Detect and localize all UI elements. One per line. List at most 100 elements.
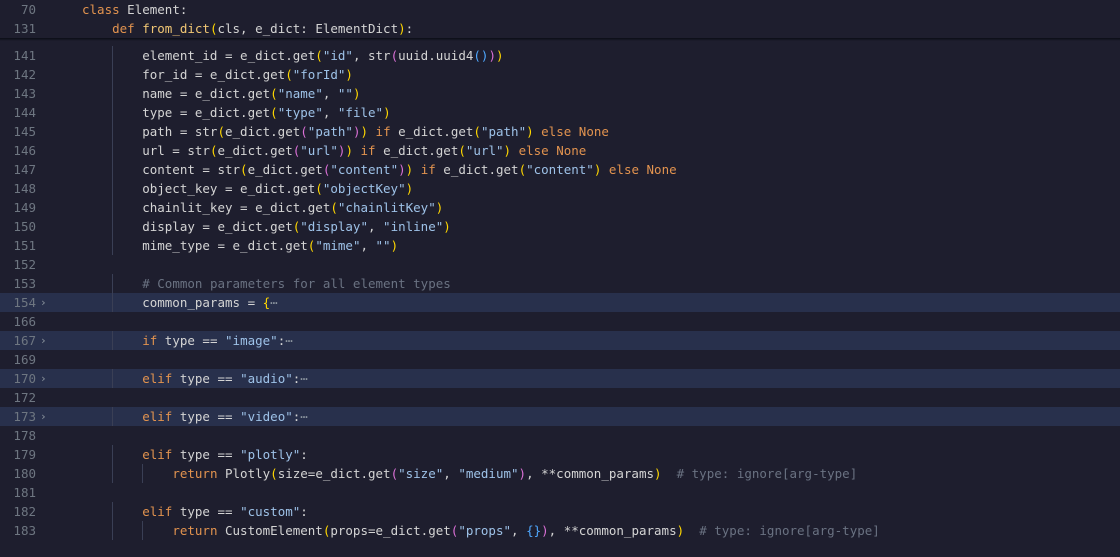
code-line[interactable]: 172 [0, 388, 1120, 407]
line-number: 178 [13, 428, 36, 443]
code-token: "size" [398, 466, 444, 481]
line-number: 148 [13, 181, 36, 196]
code-line[interactable]: 150 display = e_dict.get("display", "inl… [0, 217, 1120, 236]
line-number: 172 [13, 390, 36, 405]
code-line[interactable]: 145 path = str(e_dict.get("path")) if e_… [0, 122, 1120, 141]
code-token: path = str [82, 124, 218, 139]
code-token: ) [443, 219, 451, 234]
code-token: e_dict.get [217, 143, 293, 158]
sticky-scroll-line[interactable]: 131 def from_dict(cls, e_dict: ElementDi… [0, 19, 1120, 38]
line-number: 179 [13, 447, 36, 462]
code-line[interactable]: 144 type = e_dict.get("type", "file") [0, 103, 1120, 122]
code-token: e_dict.get [247, 162, 323, 177]
code-line[interactable]: 179 elif type == "plotly": [0, 445, 1120, 464]
chevron-right-icon[interactable]: › [40, 407, 52, 426]
chevron-right-icon[interactable]: › [40, 369, 52, 388]
code-token: "video" [240, 409, 293, 424]
code-token: None [556, 143, 587, 158]
line-number: 143 [13, 86, 36, 101]
code-token: return [172, 523, 218, 538]
code-token: "id" [322, 48, 353, 63]
code-token: , [367, 219, 384, 234]
code-line[interactable]: 147 content = str(e_dict.get("content"))… [0, 160, 1120, 179]
code-token: ) [360, 124, 369, 139]
code-token: ) [398, 21, 406, 36]
code-line[interactable]: 148 object_key = e_dict.get("objectKey") [0, 179, 1120, 198]
code-token: ) [352, 86, 361, 101]
code-token: , [360, 238, 376, 253]
code-token: if [420, 162, 436, 177]
code-token: Element: [119, 2, 188, 17]
code-line[interactable]: 178 [0, 426, 1120, 445]
line-number: 142 [13, 67, 36, 82]
ellipsis-icon[interactable]: ⋯ [270, 295, 278, 310]
code-line[interactable]: 167 › if type == "image":⋯ [0, 331, 1120, 350]
code-token: cls, e_dict: ElementDict [217, 21, 399, 36]
code-token: ( [315, 181, 323, 196]
code-token: elif [142, 504, 173, 519]
code-token: common_params = [82, 295, 263, 310]
code-line[interactable]: 152 [0, 255, 1120, 274]
code-line[interactable]: 183 return CustomElement(props=e_dict.ge… [0, 521, 1120, 540]
code-token: ) [488, 48, 496, 63]
code-token: ) [345, 143, 353, 158]
code-token: type == [172, 371, 241, 386]
ellipsis-icon[interactable]: ⋯ [300, 371, 308, 386]
code-text: element_id = e_dict.get("id", str(uuid.u… [82, 46, 503, 65]
code-editor[interactable]: 70 class Element: 131 def from_dict(cls, e… [0, 0, 1120, 557]
code-token: "url" [465, 143, 504, 158]
code-line[interactable]: 146 url = str(e_dict.get("url")) if e_di… [0, 141, 1120, 160]
code-text: for_id = e_dict.get("forId") [82, 65, 353, 84]
code-token: return [172, 466, 218, 481]
code-line[interactable]: 141 element_id = e_dict.get("id", str(uu… [0, 46, 1120, 65]
line-number: 141 [13, 48, 36, 63]
code-token: , [443, 466, 459, 481]
code-token: : [405, 21, 414, 36]
line-number: 170 [13, 371, 36, 386]
code-token: e_dict.get [375, 143, 459, 158]
code-token: ) [526, 124, 534, 139]
chevron-right-icon[interactable]: › [40, 331, 52, 350]
code-token: type == [172, 504, 241, 519]
chevron-right-icon[interactable]: › [40, 293, 52, 312]
code-token: ) [398, 162, 406, 177]
code-line[interactable]: 180 return Plotly(size=e_dict.get("size"… [0, 464, 1120, 483]
code-line[interactable]: 142 for_id = e_dict.get("forId") [0, 65, 1120, 84]
code-line[interactable]: 181 [0, 483, 1120, 502]
code-text: def from_dict(cls, e_dict: ElementDict): [82, 19, 413, 38]
code-token: if [360, 143, 376, 158]
code-token: "" [337, 86, 353, 101]
code-line[interactable]: 169 [0, 350, 1120, 369]
code-line[interactable]: 151 mime_type = e_dict.get("mime", "") [0, 236, 1120, 255]
code-line[interactable]: 154 › common_params = {⋯ [0, 293, 1120, 312]
code-line[interactable]: 182 elif type == "custom": [0, 502, 1120, 521]
code-token: # type: ignore[arg-type] [676, 466, 858, 481]
ellipsis-icon[interactable]: ⋯ [300, 409, 308, 424]
sticky-scroll-line[interactable]: 70 class Element: [0, 0, 1120, 19]
code-token: ( [270, 86, 278, 101]
code-token: ) [405, 181, 414, 196]
code-line[interactable]: 170 › elif type == "audio":⋯ [0, 369, 1120, 388]
code-token: ( [330, 200, 338, 215]
code-token: for_id = e_dict.get [82, 67, 286, 82]
code-token: ( [270, 466, 278, 481]
code-line[interactable]: 153 # Common parameters for all element … [0, 274, 1120, 293]
ellipsis-icon[interactable]: ⋯ [285, 333, 293, 348]
code-token: "chainlitKey" [337, 200, 436, 215]
code-token: CustomElement [217, 523, 323, 538]
code-token: uuid.uuid4 [398, 48, 474, 63]
code-line[interactable]: 166 [0, 312, 1120, 331]
line-number: 149 [13, 200, 36, 215]
code-line[interactable]: 149 chainlit_key = e_dict.get("chainlitK… [0, 198, 1120, 217]
code-line[interactable]: 173 › elif type == "video":⋯ [0, 407, 1120, 426]
code-text: display = e_dict.get("display", "inline"… [82, 217, 451, 236]
code-line[interactable]: 143 name = e_dict.get("name", "") [0, 84, 1120, 103]
code-token: "inline" [383, 219, 444, 234]
code-token: , **common_params [526, 466, 655, 481]
code-token: type = e_dict.get [82, 105, 271, 120]
code-token: , [511, 523, 527, 538]
code-token: ) [345, 67, 353, 82]
